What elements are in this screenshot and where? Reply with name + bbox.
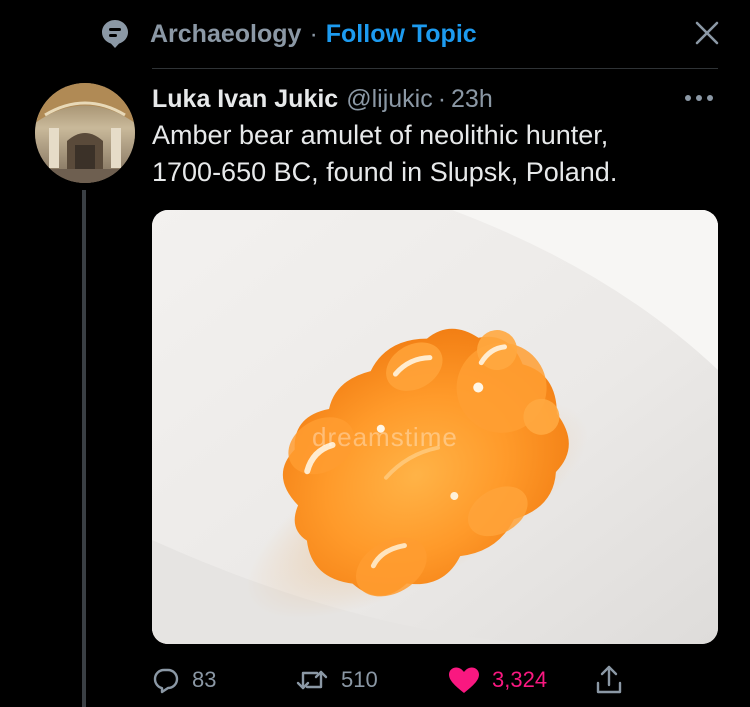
close-icon (695, 21, 719, 45)
tweet-media-image[interactable]: dreamstime (152, 210, 718, 644)
like-count: 3,324 (492, 667, 548, 692)
tweet-header: Luka Ivan Jukic @lijukic · 23h (152, 82, 718, 116)
follow-topic-button[interactable]: Follow Topic (326, 20, 477, 49)
retweet-count: 510 (341, 667, 378, 692)
tweet-actions: 83 510 3,324 (152, 662, 718, 698)
topic-name[interactable]: Archaeology (150, 20, 301, 49)
reply-count: 83 (192, 667, 217, 692)
retweet-icon (296, 670, 328, 690)
header-separator: · (437, 84, 447, 113)
topic-header: Archaeology · Follow Topic (100, 14, 720, 54)
reply-icon (153, 668, 179, 694)
close-button[interactable] (692, 18, 722, 48)
like-button[interactable]: 3,324 (448, 662, 547, 698)
more-horizontal-icon (685, 95, 713, 101)
avatar[interactable] (35, 83, 135, 183)
topic-bubble-icon (100, 19, 130, 49)
thread-line (82, 190, 86, 707)
more-button[interactable] (682, 86, 716, 110)
reply-button[interactable]: 83 (152, 662, 216, 698)
amber-bear-photo: dreamstime (152, 210, 718, 644)
tweet-text: Amber bear amulet of neolithic hunter, 1… (152, 117, 718, 191)
tweet-text-line: Amber bear amulet of neolithic hunter, (152, 120, 609, 150)
image-watermark: dreamstime (312, 422, 458, 452)
share-icon (596, 665, 622, 694)
retweet-button[interactable]: 510 (295, 662, 378, 698)
tweet-text-line: 1700-650 BC, found in Slupsk, Poland. (152, 157, 618, 187)
author-handle[interactable]: @lijukic (346, 85, 433, 114)
heart-icon (449, 667, 479, 693)
author-name[interactable]: Luka Ivan Jukic (152, 85, 338, 114)
topic-divider (152, 68, 718, 69)
share-button[interactable] (594, 662, 624, 698)
tweet-timestamp[interactable]: 23h (451, 85, 493, 114)
topic-separator: · (309, 19, 318, 48)
